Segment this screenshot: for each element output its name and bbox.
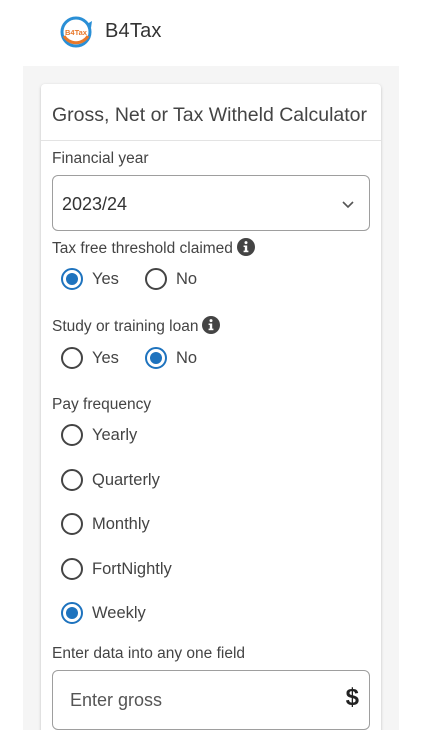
radio-selected-icon xyxy=(61,268,83,290)
radio-label: Weekly xyxy=(92,603,146,622)
radio-label: FortNightly xyxy=(92,559,172,578)
radio-unselected-icon xyxy=(61,469,83,491)
tax-free-threshold-text: Tax free threshold claimed xyxy=(52,240,233,257)
calculator-title: Gross, Net or Tax Witheld Calculator xyxy=(52,104,367,126)
radio-unselected-icon xyxy=(145,268,167,290)
study-loan-yes-radio[interactable]: Yes xyxy=(61,347,119,369)
svg-text:B4Tax: B4Tax xyxy=(65,28,88,37)
info-icon[interactable] xyxy=(236,238,255,256)
radio-unselected-icon xyxy=(61,558,83,580)
pay-frequency-quarterly-radio[interactable]: Quarterly xyxy=(61,469,160,491)
radio-label: Quarterly xyxy=(92,470,160,489)
app-bar: B4Tax B4Tax xyxy=(0,0,422,62)
radio-selected-icon xyxy=(61,602,83,624)
pay-frequency-label: Pay frequency xyxy=(52,396,152,413)
radio-label: Yes xyxy=(92,348,119,367)
gross-input[interactable]: Enter gross $ xyxy=(52,670,370,730)
study-loan-text: Study or training loan xyxy=(52,318,199,335)
radio-label: Monthly xyxy=(92,514,150,533)
financial-year-value: 2023/24 xyxy=(62,194,128,214)
radio-label: No xyxy=(176,348,198,367)
radio-unselected-icon xyxy=(61,347,83,369)
radio-selected-icon xyxy=(145,347,167,369)
calculator-card: Gross, Net or Tax Witheld Calculator Fin… xyxy=(41,84,381,730)
study-loan-label: Study or training loan xyxy=(52,316,221,336)
info-icon[interactable] xyxy=(202,316,221,334)
financial-year-label: Financial year xyxy=(52,150,149,167)
tax-free-no-radio[interactable]: No xyxy=(145,268,197,290)
gross-input-placeholder: Enter gross xyxy=(70,690,163,710)
radio-label: Yearly xyxy=(92,425,138,444)
pay-frequency-yearly-radio[interactable]: Yearly xyxy=(61,424,137,446)
chevron-down-icon xyxy=(342,201,354,209)
radio-unselected-icon xyxy=(61,513,83,535)
brand-name: B4Tax xyxy=(105,20,162,42)
content-area: Gross, Net or Tax Witheld Calculator Fin… xyxy=(23,66,399,730)
pay-frequency-weekly-radio[interactable]: Weekly xyxy=(61,602,146,624)
dollar-icon: $ xyxy=(345,684,359,711)
study-loan-no-radio[interactable]: No xyxy=(145,347,197,369)
radio-unselected-icon xyxy=(61,424,83,446)
pay-frequency-monthly-radio[interactable]: Monthly xyxy=(61,513,150,535)
financial-year-select[interactable]: 2023/24 xyxy=(52,175,370,231)
b4tax-logo[interactable]: B4Tax xyxy=(59,15,93,49)
title-divider xyxy=(41,140,381,141)
tax-free-threshold-label: Tax free threshold claimed xyxy=(52,238,255,258)
pay-frequency-fortnightly-radio[interactable]: FortNightly xyxy=(61,558,172,580)
radio-label: Yes xyxy=(92,269,119,288)
radio-label: No xyxy=(176,269,198,288)
entry-instruction-label: Enter data into any one field xyxy=(52,645,246,662)
tax-free-yes-radio[interactable]: Yes xyxy=(61,268,119,290)
